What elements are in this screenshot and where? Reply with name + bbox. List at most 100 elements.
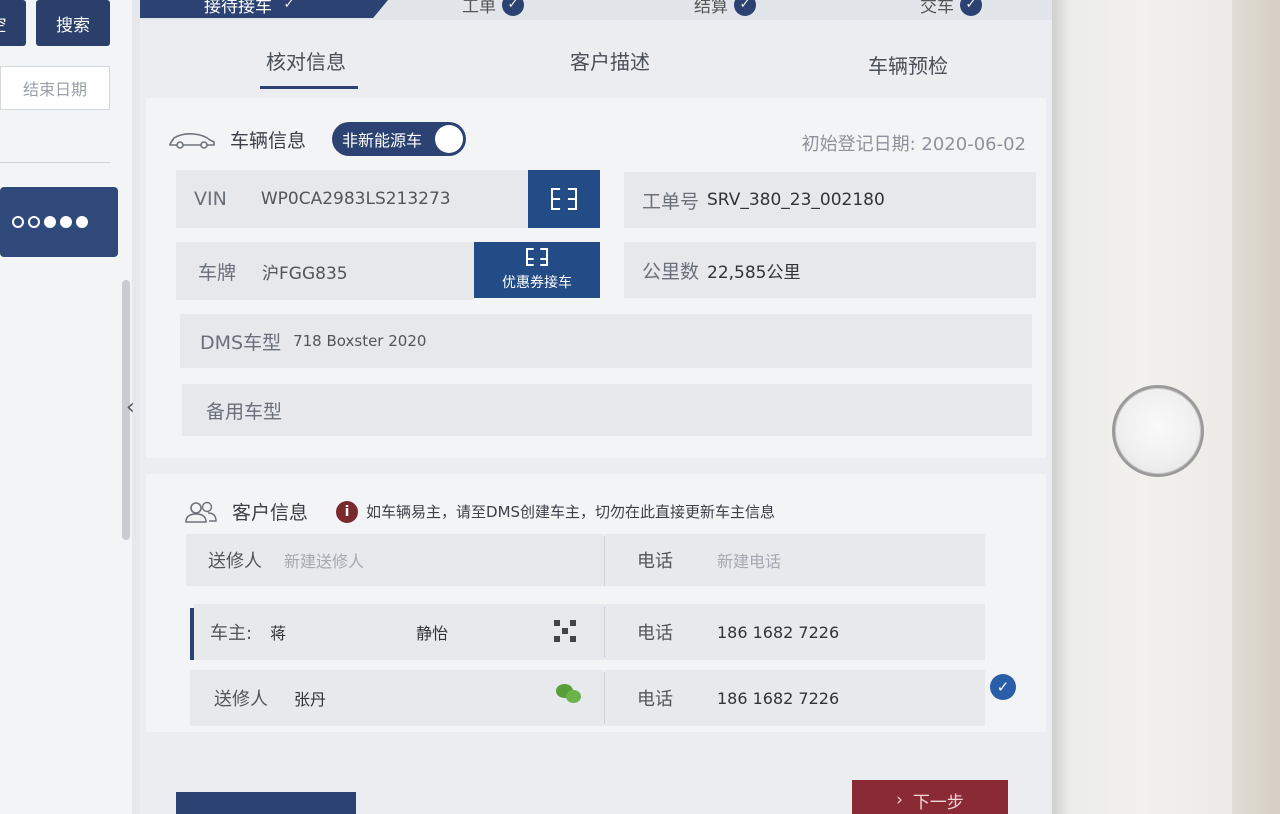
tab-label: 车辆预检 <box>868 54 948 78</box>
vehicle-info-title: 车辆信息 <box>168 126 306 153</box>
pager-dot <box>44 216 56 228</box>
tab-customer-description[interactable]: 客户描述 <box>570 46 650 75</box>
step-reception[interactable]: 接待接车 ✓ <box>204 0 300 17</box>
vin-scan-button[interactable] <box>528 170 600 228</box>
next-step-button[interactable]: › 下一步 <box>852 780 1008 814</box>
mileage-value: 22,585公里 <box>707 262 801 283</box>
check-icon: ✓ <box>278 0 300 16</box>
people-icon <box>185 501 217 523</box>
end-date-input[interactable]: 结束日期 <box>0 66 110 110</box>
wechat-icon[interactable] <box>556 684 582 704</box>
toggle-knob <box>435 125 463 153</box>
mileage-label: 公里数 <box>642 260 700 283</box>
owner-row[interactable]: 车主: 蒋 静怡 <box>194 604 604 660</box>
tab-vehicle-precheck[interactable]: 车辆预检 <box>868 50 948 79</box>
phone-label: 电话 <box>637 623 673 644</box>
dms-model-field: DMS车型 718 Boxster 2020 <box>180 314 1032 368</box>
sender-phone-new[interactable]: 电话 新建电话 <box>605 534 985 586</box>
selected-check-icon[interactable]: ✓ <box>990 674 1016 700</box>
first-registration-date: 初始登记日期: 2020-06-02 <box>802 130 1026 156</box>
clear-label: 空 <box>0 11 7 36</box>
car-icon <box>169 132 215 149</box>
sender-phone: 电话 186 1682 7226 <box>605 670 985 726</box>
tablet-screen: 空 搜索 结束日期 ‹ 接待接车 ✓ 工单 ✓ 结算 ✓ 交车 ✓ 核对信息 客户描述 <box>0 0 1052 814</box>
notice-text: 如车辆易主，请至DMS创建车主，切勿在此直接更新车主信息 <box>366 503 776 521</box>
owner-change-notice: i 如车辆易主，请至DMS创建车主，切勿在此直接更新车主信息 <box>336 500 776 523</box>
plate-value: 沪FGG835 <box>262 263 348 284</box>
phone-value: 186 1682 7226 <box>717 688 840 708</box>
device-edge <box>1232 0 1280 814</box>
customer-info-panel: 客户信息 i 如车辆易主，请至DMS创建车主，切勿在此直接更新车主信息 送修人 … <box>146 474 1046 732</box>
end-date-placeholder: 结束日期 <box>22 80 87 99</box>
sender-new-row[interactable]: 送修人 新建送修人 <box>186 534 604 586</box>
collapse-sidebar-icon[interactable]: ‹ <box>126 395 135 420</box>
customer-info-title: 客户信息 i 如车辆易主，请至DMS创建车主，切勿在此直接更新车主信息 <box>184 498 775 525</box>
vin-label: VIN <box>194 188 227 210</box>
qr-code-icon[interactable] <box>554 620 576 642</box>
tab-label: 核对信息 <box>266 50 346 74</box>
search-button[interactable]: 搜索 <box>36 0 110 46</box>
step-label: 交车 <box>920 0 954 17</box>
owner-phone: 电话 186 1682 7226 <box>605 604 985 660</box>
phone-label: 电话 <box>637 551 673 572</box>
check-icon: ✓ <box>502 0 524 16</box>
pager-dot <box>76 216 88 228</box>
sidebar-divider <box>0 162 110 163</box>
next-label: 下一步 <box>912 792 964 813</box>
home-button[interactable] <box>1112 385 1204 477</box>
first-reg-value: 2020-06-02 <box>921 134 1026 155</box>
new-energy-toggle[interactable]: 非新能源车 <box>332 122 466 156</box>
role-label: 送修人 <box>214 689 268 710</box>
scan-icon <box>551 188 577 210</box>
order-list-card[interactable] <box>0 187 118 257</box>
phone-value: 186 1682 7226 <box>717 622 840 642</box>
vin-value: WP0CA2983LS213273 <box>260 189 451 209</box>
check-icon: ✓ <box>734 0 756 16</box>
scan-icon <box>526 248 548 266</box>
chevron-right-icon: › <box>896 790 903 810</box>
step-label: 结算 <box>694 0 728 17</box>
phone-label: 电话 <box>637 689 673 710</box>
role-label: 送修人 <box>208 551 262 572</box>
section-title-text: 车辆信息 <box>230 130 307 152</box>
main-content: 接待接车 ✓ 工单 ✓ 结算 ✓ 交车 ✓ 核对信息 客户描述 车辆预检 车辆信息 非新… <box>140 0 1052 814</box>
pager-dots <box>12 216 88 228</box>
info-icon: i <box>336 500 359 523</box>
new-phone-placeholder: 新建电话 <box>717 552 782 571</box>
mileage-field: 公里数 22,585公里 <box>624 242 1036 298</box>
role-label: 车主: <box>210 623 253 644</box>
step-delivery[interactable]: 交车 ✓ <box>920 0 982 17</box>
step-label: 工单 <box>462 0 496 17</box>
plate-field[interactable]: 车牌 沪FGG835 <box>176 242 474 300</box>
plate-label: 车牌 <box>198 261 237 284</box>
search-label: 搜索 <box>56 15 90 36</box>
owner-surname: 蒋 <box>270 624 287 643</box>
pager-dot <box>60 216 72 228</box>
pager-dot <box>12 216 24 228</box>
step-settlement[interactable]: 结算 ✓ <box>694 0 756 17</box>
clear-button[interactable]: 空 <box>0 0 26 46</box>
bottom-left-button[interactable] <box>176 792 356 814</box>
vin-field[interactable]: VIN WP0CA2983LS213273 <box>176 170 528 228</box>
sender-name: 张丹 <box>294 690 327 709</box>
pager-dot <box>28 216 40 228</box>
step-label: 接待接车 <box>204 0 272 17</box>
tab-verify-info[interactable]: 核对信息 <box>260 46 358 89</box>
step-work-order[interactable]: 工单 ✓ <box>462 0 524 17</box>
tab-bar: 核对信息 客户描述 车辆预检 <box>140 36 1052 92</box>
first-reg-label: 初始登记日期: <box>801 134 916 155</box>
toggle-label: 非新能源车 <box>342 131 423 150</box>
dms-model-value: 718 Boxster 2020 <box>293 332 427 350</box>
backup-model-field[interactable]: 备用车型 <box>182 384 1032 436</box>
sender-row[interactable]: 送修人 张丹 <box>190 670 604 726</box>
work-order-label: 工单号 <box>642 190 700 213</box>
work-order-field: 工单号 SRV_380_23_002180 <box>624 172 1036 228</box>
progress-steps: 接待接车 ✓ 工单 ✓ 结算 ✓ 交车 ✓ <box>140 0 1052 20</box>
section-title-text: 客户信息 <box>232 502 309 524</box>
check-icon: ✓ <box>960 0 982 16</box>
coupon-button-label: 优惠券接车 <box>502 275 572 291</box>
coupon-reception-button[interactable]: 优惠券接车 <box>474 242 600 298</box>
new-sender-placeholder: 新建送修人 <box>284 552 365 571</box>
sidebar: 空 搜索 结束日期 <box>0 0 132 814</box>
dms-model-label: DMS车型 <box>200 331 282 354</box>
